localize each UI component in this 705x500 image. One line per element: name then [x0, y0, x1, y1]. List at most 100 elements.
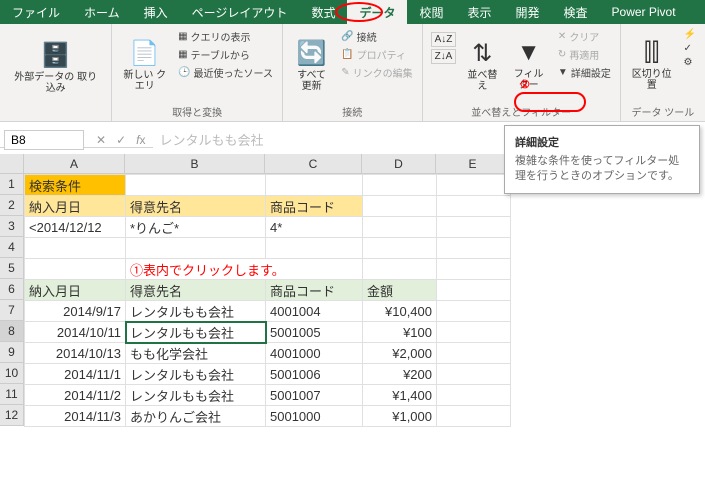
cell[interactable]: 2014/11/2: [25, 385, 126, 406]
cell[interactable]: レンタルもも会社: [126, 301, 266, 322]
cell[interactable]: *りんご*: [126, 217, 266, 238]
name-box[interactable]: [4, 130, 84, 150]
cell[interactable]: [266, 175, 363, 196]
show-queries-button[interactable]: ▦クエリの表示: [175, 28, 276, 45]
row-header[interactable]: 12: [0, 405, 24, 426]
cell[interactable]: 4001000: [266, 343, 363, 364]
col-header-a[interactable]: A: [24, 154, 125, 174]
properties-button[interactable]: 📋プロパティ: [338, 46, 415, 63]
refresh-all-button[interactable]: 🔄 すべて 更新: [289, 28, 334, 102]
cell[interactable]: 2014/10/11: [25, 322, 126, 343]
cell[interactable]: [363, 259, 437, 280]
external-data-button[interactable]: 🗄️ 外部データの 取り込み: [6, 28, 105, 106]
cell[interactable]: [363, 175, 437, 196]
row-header[interactable]: 11: [0, 384, 24, 405]
cell[interactable]: 5001005: [266, 322, 363, 343]
cell[interactable]: 納入月日: [25, 280, 126, 301]
col-header-d[interactable]: D: [362, 154, 436, 174]
col-header-c[interactable]: C: [265, 154, 362, 174]
cell[interactable]: ¥1,400: [363, 385, 437, 406]
connections-button[interactable]: 🔗接続: [338, 28, 415, 45]
cell[interactable]: 納入月日: [25, 196, 126, 217]
new-query-button[interactable]: 📄 新しい クエリ: [118, 28, 171, 102]
cell[interactable]: 4001004: [266, 301, 363, 322]
tab-powerpivot[interactable]: Power Pivot: [600, 0, 688, 24]
cell[interactable]: 2014/11/3: [25, 406, 126, 427]
edit-links-button[interactable]: ✎リンクの編集: [338, 64, 415, 81]
from-table-button[interactable]: ▦テーブルから: [175, 46, 276, 63]
cell[interactable]: 2014/9/17: [25, 301, 126, 322]
cell[interactable]: [437, 406, 511, 427]
cell[interactable]: ¥200: [363, 364, 437, 385]
cell[interactable]: [25, 238, 126, 259]
tab-inspect[interactable]: 検査: [552, 0, 600, 24]
row-header[interactable]: 7: [0, 300, 24, 321]
tool-3[interactable]: ⚙: [681, 56, 699, 69]
row-header[interactable]: 4: [0, 237, 24, 258]
tab-view[interactable]: 表示: [455, 0, 503, 24]
cell[interactable]: [363, 238, 437, 259]
cell[interactable]: [437, 322, 511, 343]
cell[interactable]: [363, 217, 437, 238]
row-header[interactable]: 6: [0, 279, 24, 300]
tab-dev[interactable]: 開発: [504, 0, 552, 24]
cell[interactable]: レンタルもも会社: [126, 385, 266, 406]
cell[interactable]: [363, 196, 437, 217]
row-header[interactable]: 8: [0, 321, 24, 342]
row-header[interactable]: 5: [0, 258, 24, 279]
cell[interactable]: [25, 259, 126, 280]
cell[interactable]: もも化学会社: [126, 343, 266, 364]
recent-sources-button[interactable]: 🕒最近使ったソース: [175, 64, 276, 81]
sort-button[interactable]: ⇅ 並べ替え: [462, 28, 502, 102]
tool-1[interactable]: ⚡: [681, 28, 699, 41]
row-header[interactable]: 9: [0, 342, 24, 363]
tab-layout[interactable]: ページレイアウト: [180, 0, 300, 24]
select-all-corner[interactable]: [0, 154, 24, 174]
cancel-formula-icon[interactable]: ✕: [92, 133, 110, 147]
text-to-columns-button[interactable]: ⫿⫿ 区切り位置: [627, 28, 677, 102]
tab-data[interactable]: データ: [347, 0, 407, 24]
cell[interactable]: 得意先名: [126, 196, 266, 217]
tab-file[interactable]: ファイル: [0, 0, 72, 24]
row-header[interactable]: 3: [0, 216, 24, 237]
cell[interactable]: 5001000: [266, 406, 363, 427]
col-header-b[interactable]: B: [125, 154, 265, 174]
cell[interactable]: [437, 196, 511, 217]
cell[interactable]: 検索条件: [25, 175, 126, 196]
cell[interactable]: [437, 175, 511, 196]
cell[interactable]: ¥100: [363, 322, 437, 343]
sort-desc-button[interactable]: Z↓A: [431, 49, 457, 64]
cell[interactable]: 2014/11/1: [25, 364, 126, 385]
advanced-filter-button[interactable]: ▼詳細設定: [555, 64, 614, 81]
tab-insert[interactable]: 挿入: [132, 0, 180, 24]
fx-icon[interactable]: fx: [132, 133, 149, 147]
cell[interactable]: あかりんご会社: [126, 406, 266, 427]
clear-filter-button[interactable]: ✕クリア: [555, 28, 614, 45]
cell[interactable]: [126, 238, 266, 259]
tab-review[interactable]: 校閲: [407, 0, 455, 24]
cell[interactable]: [437, 217, 511, 238]
cell[interactable]: ¥2,000: [363, 343, 437, 364]
cell[interactable]: [437, 301, 511, 322]
cell[interactable]: [437, 280, 511, 301]
row-header[interactable]: 1: [0, 174, 24, 195]
tool-2[interactable]: ✓: [681, 42, 699, 55]
cell[interactable]: [437, 259, 511, 280]
cell[interactable]: レンタルもも会社: [126, 364, 266, 385]
cell[interactable]: [126, 175, 266, 196]
cell[interactable]: [266, 238, 363, 259]
cell[interactable]: 商品コード: [266, 280, 363, 301]
cell[interactable]: [437, 385, 511, 406]
active-cell[interactable]: レンタルもも会社: [126, 322, 266, 343]
cell[interactable]: 4*: [266, 217, 363, 238]
cell[interactable]: <2014/12/12: [25, 217, 126, 238]
cell[interactable]: 商品コード: [266, 196, 363, 217]
cell[interactable]: 5001006: [266, 364, 363, 385]
cell[interactable]: 5001007: [266, 385, 363, 406]
row-header[interactable]: 10: [0, 363, 24, 384]
tab-home[interactable]: ホーム: [72, 0, 132, 24]
sort-asc-button[interactable]: A↓Z: [431, 32, 457, 47]
accept-formula-icon[interactable]: ✓: [112, 133, 130, 147]
cell[interactable]: 得意先名: [126, 280, 266, 301]
reapply-filter-button[interactable]: ↻再適用: [555, 46, 614, 63]
